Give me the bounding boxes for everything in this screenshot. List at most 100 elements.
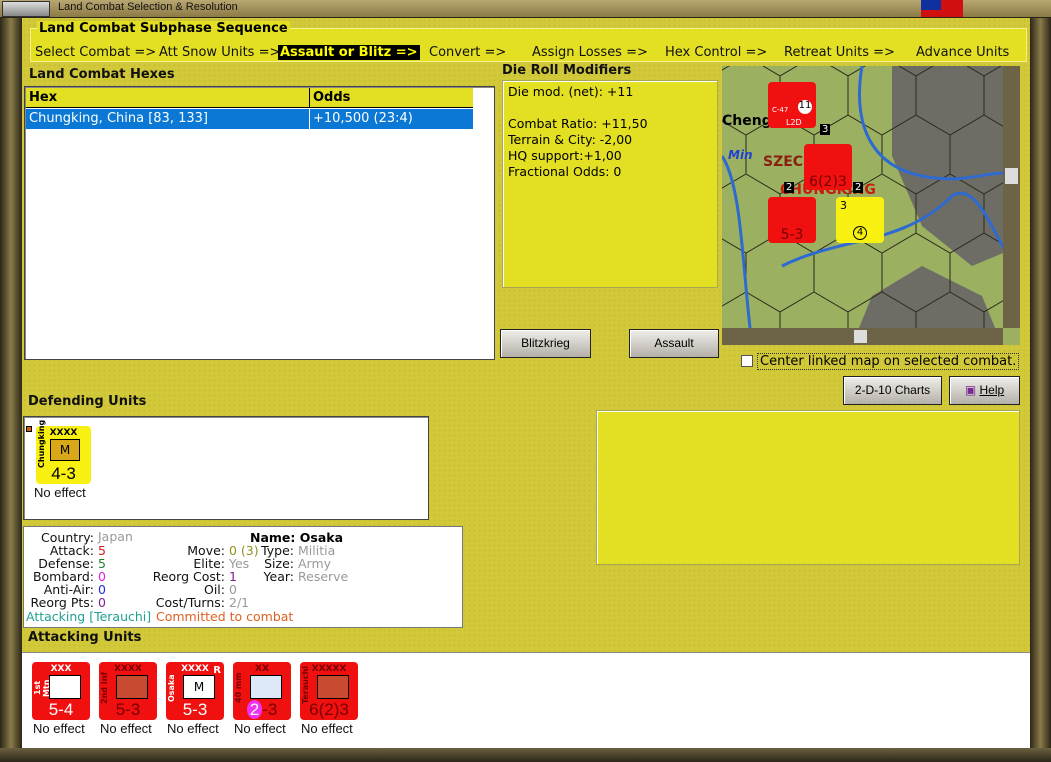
- hex-row-hex[interactable]: Chungking, China [83, 133]: [26, 109, 309, 129]
- column-header-hex[interactable]: Hex: [26, 88, 309, 108]
- air-counter-strength: L2D: [786, 118, 802, 127]
- unit-strength: 2 -3: [233, 700, 291, 720]
- step-select-combat: Select Combat =>: [35, 45, 157, 60]
- stack-badge: 2: [784, 182, 795, 193]
- step-assault-or-blitz: Assault or Blitz =>: [278, 45, 420, 60]
- subphase-sequence: Land Combat Subphase Sequence Select Com…: [30, 21, 1027, 62]
- step-hex-control: Hex Control =>: [665, 45, 768, 60]
- step-convert: Convert =>: [429, 45, 507, 60]
- attacking-unit-counter[interactable]: XX 40 mm 2 -3: [233, 662, 291, 720]
- charts-button[interactable]: 2-D-10 Charts: [843, 376, 942, 405]
- unit-strength: 4-3: [51, 464, 76, 483]
- attacking-units-panel: XXX 1st Mtn 5-4 No effect XXXX 2nd Inf 5…: [22, 652, 1030, 748]
- window-frame-left: [0, 18, 22, 762]
- defending-unit-counter[interactable]: XXXX Chungking M 4-3: [36, 420, 91, 484]
- map-counter-chungking[interactable]: 3 4: [836, 197, 884, 243]
- reorg-pts-value: 0: [98, 595, 106, 610]
- defending-units-label: Defending Units: [28, 394, 147, 409]
- unit-info-panel: Country: Japan Attack: 5 Defense: 5 Bomb…: [23, 526, 463, 628]
- hex-row-odds[interactable]: +10,500 (23:4): [309, 109, 473, 129]
- unit-effect: No effect: [33, 721, 85, 736]
- country-value: Japan: [98, 529, 133, 544]
- combat-hex-list[interactable]: Hex Odds Chungking, China [83, 133] +10,…: [24, 86, 495, 360]
- status-committed: Committed to combat: [156, 609, 294, 624]
- combat-results-panel: [596, 410, 1020, 565]
- map-vertical-scrollbar[interactable]: [1003, 66, 1020, 328]
- attacking-unit-counter[interactable]: XXXX 2nd Inf 5-3: [99, 662, 157, 720]
- militia-symbol-icon: M: [50, 439, 80, 461]
- map-counter-air[interactable]: 11 C-47 L2D: [768, 82, 816, 128]
- help-book-icon: ▣: [964, 383, 977, 397]
- air-counter-number: 11: [798, 100, 812, 114]
- unit-effect: No effect: [100, 721, 152, 736]
- infantry-symbol-icon: [116, 675, 148, 699]
- counter-strength: 4: [853, 226, 867, 240]
- help-button[interactable]: ▣ Help: [949, 376, 1020, 405]
- militia-symbol-icon: M: [183, 675, 215, 699]
- cost-turns-value: 2/1: [229, 595, 250, 610]
- die-roll-modifiers-label: Die Roll Modifiers: [502, 63, 632, 78]
- help-label: Help: [979, 383, 1005, 397]
- map-counter-terauchi[interactable]: 6(2)3: [804, 144, 852, 190]
- counter-strength: 5-3: [780, 227, 804, 243]
- attacking-unit-counter[interactable]: XXX 1st Mtn 5-4: [32, 662, 90, 720]
- unit-effect: No effect: [234, 721, 286, 736]
- year-value: Reserve: [298, 569, 349, 584]
- assault-button[interactable]: Assault: [629, 329, 719, 358]
- status-dot: [26, 426, 32, 432]
- attacking-unit-counter[interactable]: XXXXX Terauchi 6(2)3: [300, 662, 358, 720]
- step-assign-losses: Assign Losses =>: [532, 45, 648, 60]
- step-retreat-units: Retreat Units =>: [784, 45, 895, 60]
- hq-support: HQ support:+1,00: [508, 148, 622, 163]
- cost-turns-label: Cost/Turns:: [155, 595, 225, 610]
- map-counter-inf[interactable]: 5-3: [768, 197, 816, 243]
- scroll-thumb[interactable]: [1005, 168, 1018, 184]
- window-frame-bottom: [0, 748, 1051, 762]
- attacking-units-label: Attacking Units: [28, 630, 142, 645]
- title-bar: Land Combat Selection & Resolution: [0, 0, 1051, 18]
- unit-strength: 5-3: [182, 700, 208, 719]
- stack-count: 3: [840, 199, 847, 212]
- step-att-snow-units: Att Snow Units =>: [159, 45, 281, 60]
- mountain-infantry-symbol-icon: [49, 675, 81, 699]
- counter-strength: 6(2)3: [809, 174, 847, 190]
- stack-badge: 3: [820, 124, 831, 135]
- step-advance-units: Advance Units: [916, 45, 1010, 60]
- window-title: Land Combat Selection & Resolution: [58, 1, 238, 13]
- map-horizontal-scrollbar[interactable]: [722, 328, 1003, 345]
- infantry-symbol-icon: [317, 675, 349, 699]
- status-attacking: Attacking [Terauchi]: [26, 609, 152, 624]
- unit-effect: No effect: [301, 721, 353, 736]
- column-header-odds[interactable]: Odds: [309, 88, 473, 108]
- strength-rest: -3: [262, 700, 278, 719]
- year-label: Year:: [263, 569, 294, 584]
- anti-air-symbol-icon: [250, 675, 282, 699]
- window-frame-right: [1030, 18, 1051, 762]
- map-label-min-river: Min: [728, 148, 753, 162]
- attacking-unit-counter[interactable]: XXXX R Osaka M 5-3: [166, 662, 224, 720]
- die-roll-modifiers-panel: Die mod. (net): +11 Combat Ratio: +11,50…: [502, 80, 718, 288]
- unit-strength: 5-3: [115, 700, 141, 719]
- land-combat-hexes-label: Land Combat Hexes: [29, 67, 175, 82]
- system-menu-button[interactable]: [2, 1, 50, 17]
- air-counter-type: C-47: [772, 106, 789, 114]
- nation-flag-icon: [921, 0, 963, 17]
- reorg-pts-label: Reorg Pts:: [30, 595, 94, 610]
- scroll-thumb[interactable]: [854, 330, 867, 343]
- fractional-odds: Fractional Odds: 0: [508, 164, 622, 179]
- unit-strength: 6(2)3: [309, 700, 349, 719]
- blitzkrieg-button[interactable]: Blitzkrieg: [500, 329, 591, 358]
- combat-ratio: Combat Ratio: +11,50: [508, 116, 648, 131]
- terrain-city: Terrain & City: -2,00: [508, 132, 633, 147]
- die-mod-net: Die mod. (net): +11: [508, 84, 634, 99]
- defending-units-panel: XXXX Chungking M 4-3 No effect: [23, 416, 429, 520]
- center-map-label[interactable]: Center linked map on selected combat.: [757, 353, 1020, 370]
- unit-strength: 5-4: [48, 700, 74, 719]
- strength-attack: 2: [246, 700, 263, 719]
- center-map-checkbox[interactable]: [741, 355, 753, 367]
- linked-map[interactable]: Chengtu Min SZECHWAN CHUNGKING 11 C-47 L…: [722, 66, 1020, 345]
- subphase-title: Land Combat Subphase Sequence: [37, 21, 290, 36]
- unit-effect: No effect: [34, 485, 86, 500]
- stack-badge: 2: [853, 182, 864, 193]
